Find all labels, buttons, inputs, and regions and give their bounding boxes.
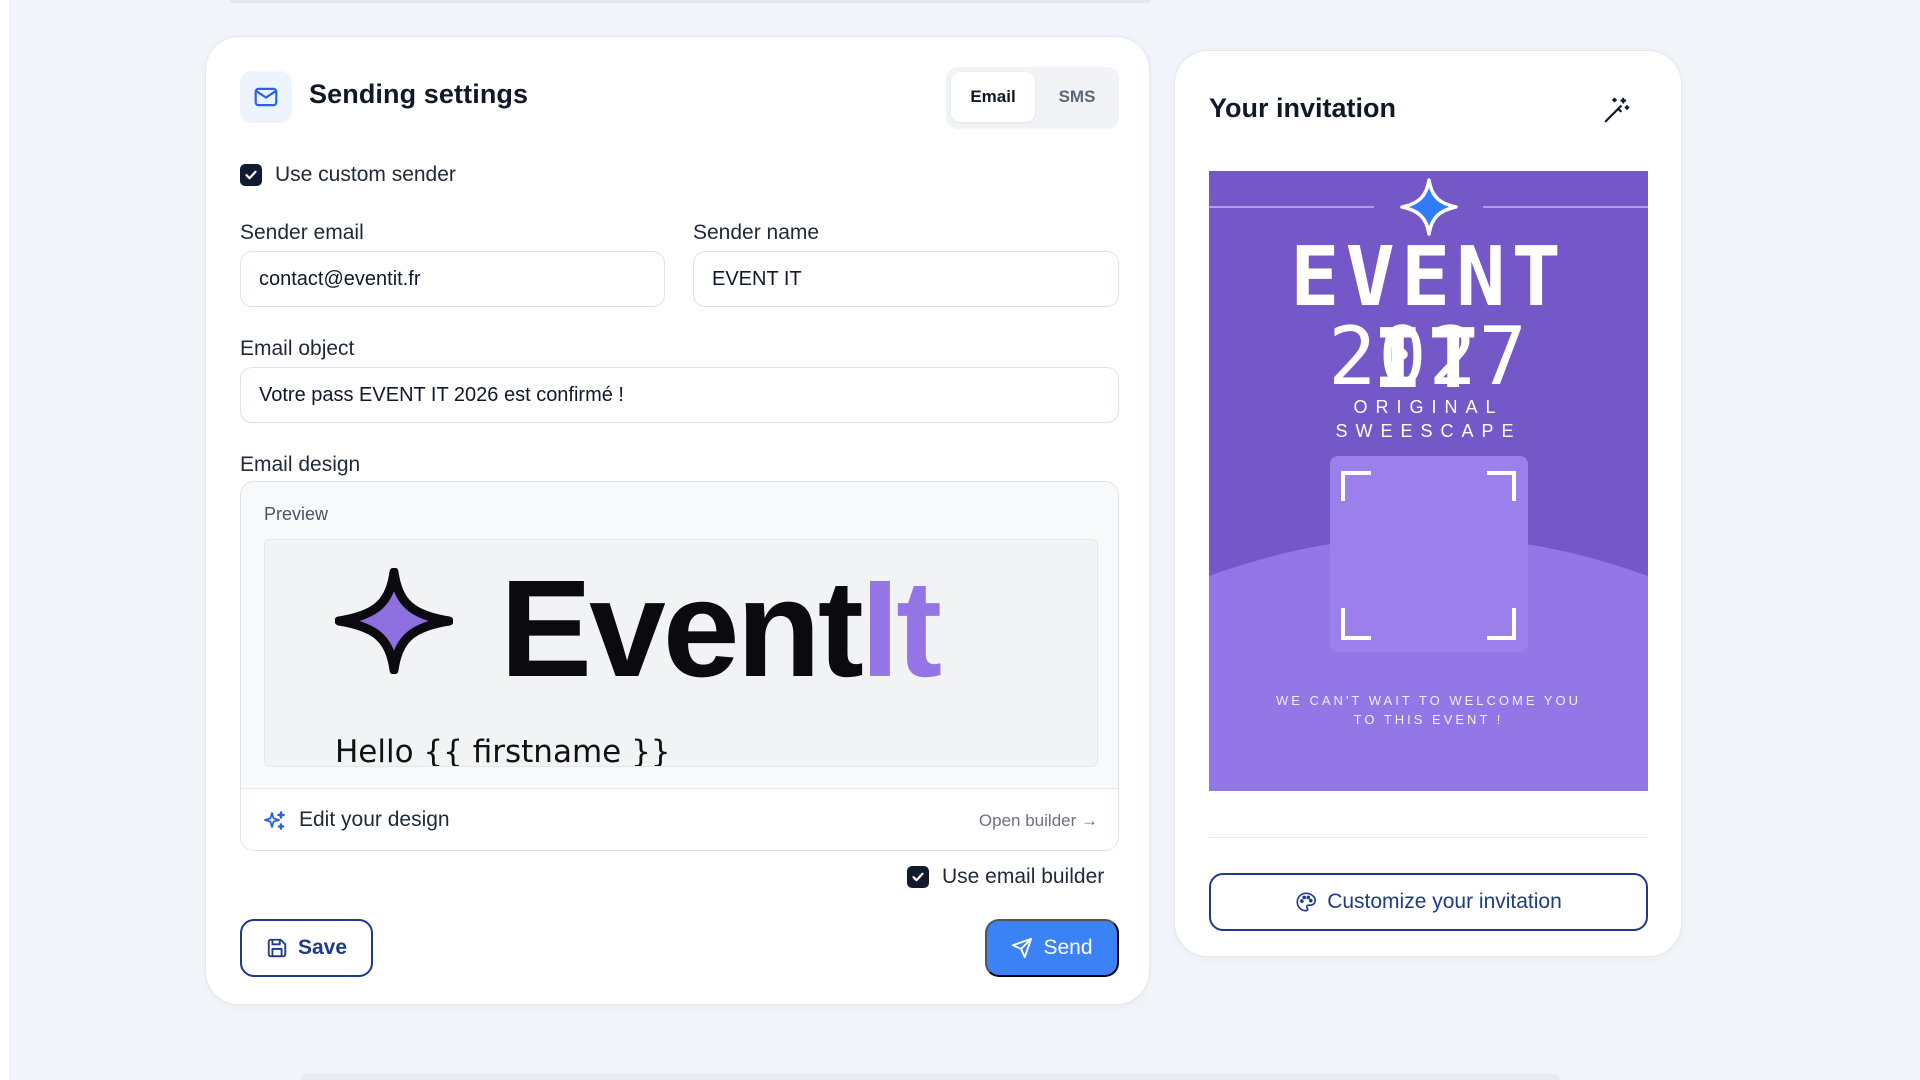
sender-email-input[interactable] (240, 251, 665, 307)
window-edge (0, 0, 9, 1080)
tab-email[interactable]: Email (951, 72, 1035, 122)
previous-card-edge (230, 0, 1150, 3)
eventit-star-logo-icon (335, 568, 453, 674)
customize-invitation-button[interactable]: Customize your invitation (1209, 873, 1648, 931)
use-email-builder-label: Use email builder (942, 865, 1105, 888)
palette-icon (1296, 892, 1317, 912)
channel-toggle: Email SMS (946, 67, 1119, 129)
invitation-year: 2027 (1328, 310, 1529, 403)
star-sparkle-icon (1400, 178, 1458, 236)
preview-label: Preview (264, 504, 329, 524)
invitation-preview[interactable]: EVENT IT 2027 ORIGINAL SWEESCAPE WE CAN'… (1209, 171, 1648, 791)
sparkles-icon (264, 811, 285, 830)
sending-settings-title: Sending settings (309, 79, 529, 109)
check-icon (245, 170, 257, 180)
send-button[interactable]: Send (985, 919, 1119, 977)
email-object-input[interactable] (240, 367, 1119, 423)
email-design-label: Email design (240, 453, 361, 476)
wordmark-event: Event (500, 552, 864, 706)
invitation-subtitle-line2: SWEESCAPE (1335, 421, 1522, 441)
invitation-subtitle-line1: ORIGINAL (1353, 397, 1504, 417)
customize-invitation-label: Customize your invitation (1327, 890, 1562, 913)
eventit-wordmark: EventIt (500, 560, 942, 698)
sender-name-label: Sender name (693, 221, 820, 244)
invitation-message-line1: WE CAN'T WAIT TO WELCOME YOU (1275, 693, 1582, 708)
next-card-edge (300, 1074, 1560, 1080)
save-label: Save (297, 936, 348, 959)
email-object-label: Email object (240, 337, 355, 360)
use-email-builder-row[interactable]: Use email builder (907, 865, 1104, 889)
invitation-divider (1209, 837, 1648, 838)
magic-wand-icon[interactable] (1602, 95, 1632, 125)
check-icon (912, 872, 924, 882)
sender-email-label: Sender email (240, 221, 364, 244)
mail-icon (240, 71, 292, 123)
email-preview: EventIt Hello {{ firstname }} (264, 539, 1098, 767)
edit-design-label: Edit your design (299, 808, 450, 831)
floppy-disk-icon (267, 938, 287, 958)
use-email-builder-checkbox[interactable] (907, 866, 929, 888)
wordmark-it: It (860, 552, 942, 706)
use-custom-sender-row[interactable]: Use custom sender (240, 163, 456, 187)
invitation-message-line2: TO THIS EVENT ! (1353, 712, 1504, 727)
invitation-title: Your invitation (1209, 93, 1396, 123)
use-custom-sender-label: Use custom sender (275, 163, 456, 186)
open-builder-link[interactable]: Open builder → (979, 811, 1098, 831)
greeting-text: Hello {{ firstname }} (335, 734, 671, 767)
use-custom-sender-checkbox[interactable] (240, 164, 262, 186)
email-design-box: Preview EventIt Hello {{ firstname }} Ed… (240, 481, 1119, 851)
send-label: Send (1043, 936, 1093, 959)
invitation-card: Your invitation EVENT IT 2027 ORIGINAL S… (1174, 50, 1682, 957)
save-button[interactable]: Save (240, 919, 373, 977)
tab-sms[interactable]: SMS (1040, 72, 1114, 122)
edit-design-bar[interactable]: Edit your design Open builder → (241, 788, 1118, 850)
sending-settings-card: Sending settings Email SMS Use custom se… (205, 36, 1150, 1005)
paper-plane-icon (1012, 937, 1033, 959)
sender-name-input[interactable] (693, 251, 1119, 307)
